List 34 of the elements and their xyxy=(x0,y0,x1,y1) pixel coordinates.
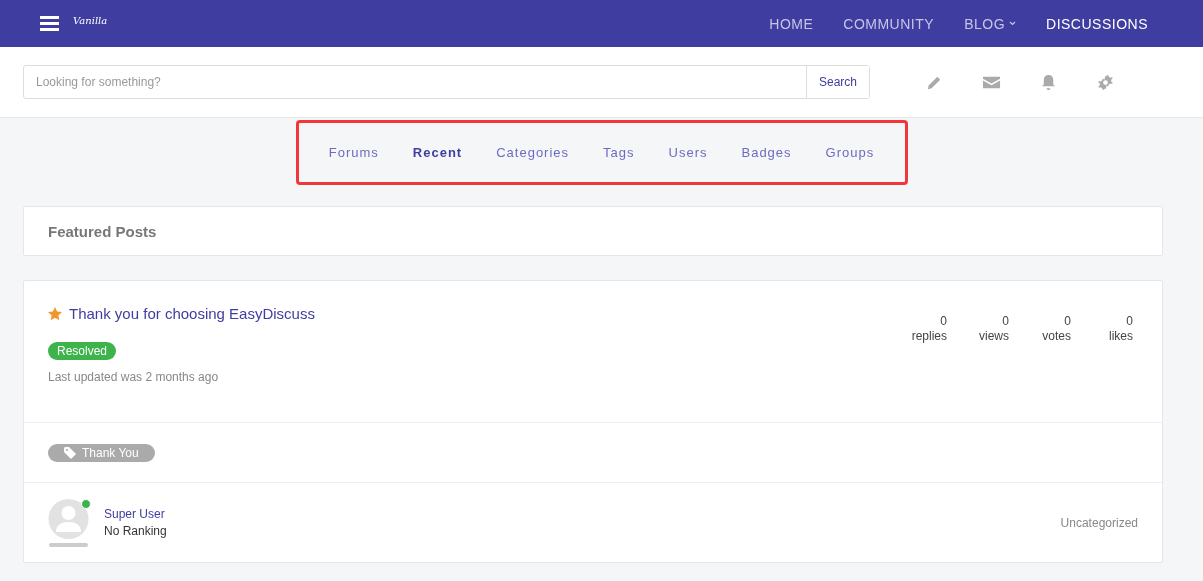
nav-tab[interactable]: Tags xyxy=(586,145,652,160)
stat-count: 0 xyxy=(1064,314,1071,329)
stat-count: 0 xyxy=(1002,314,1009,329)
settings-icon[interactable] xyxy=(1096,72,1115,92)
stat-label: views xyxy=(979,329,1009,344)
updated-text: Last updated was 2 months ago xyxy=(48,370,220,384)
nav-tab[interactable]: Groups xyxy=(808,145,892,160)
nav-tab[interactable]: Forums xyxy=(311,145,396,160)
menu-icon[interactable] xyxy=(40,16,59,31)
nav-tab[interactable]: Recent xyxy=(395,145,480,160)
logo[interactable]: Vanilla xyxy=(73,15,108,26)
stat-label: replies xyxy=(911,329,947,344)
stat-label: likes xyxy=(1109,329,1133,344)
search-button[interactable]: Search xyxy=(805,66,869,98)
chevron-down-icon xyxy=(1009,21,1017,26)
post-title-link[interactable]: Thank you for choosing EasyDiscuss xyxy=(69,305,315,322)
section-title: Featured Posts xyxy=(48,222,157,240)
author-rank: No Ranking xyxy=(104,522,167,540)
nav-tab[interactable]: Categories xyxy=(479,145,587,160)
stat-label: votes xyxy=(1042,329,1071,344)
nav-link[interactable]: HOME xyxy=(754,15,829,32)
stat-count: 0 xyxy=(1126,314,1133,329)
nav-tab[interactable]: Badges xyxy=(724,145,809,160)
nav-tab[interactable]: Users xyxy=(651,145,725,160)
status-badge: Resolved xyxy=(48,342,117,360)
tag-icon xyxy=(64,446,76,459)
avatar-icon[interactable] xyxy=(48,498,89,547)
stat-count: 0 xyxy=(940,314,947,329)
search-field[interactable]: Looking for something? Search xyxy=(23,65,870,99)
nav-link[interactable]: COMMUNITY xyxy=(828,15,950,32)
nav-link[interactable]: DISCUSSIONS xyxy=(1031,15,1163,32)
category-label: Uncategorized xyxy=(1060,515,1138,530)
author-link[interactable]: Super User xyxy=(104,505,167,523)
nav-link[interactable]: BLOG xyxy=(949,15,1032,32)
